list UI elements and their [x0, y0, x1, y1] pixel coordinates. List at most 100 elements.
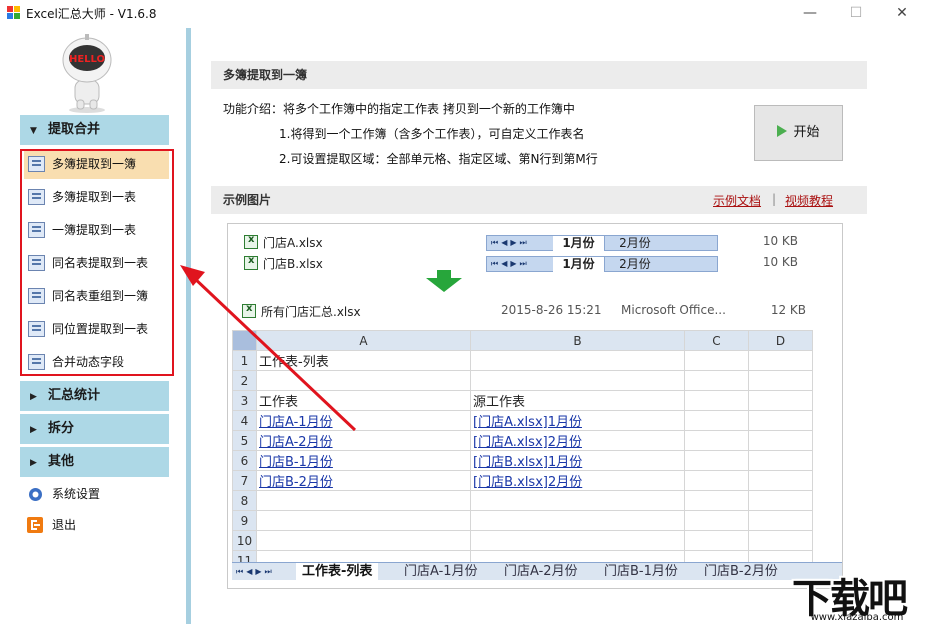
- exit-item[interactable]: 退出: [26, 515, 76, 535]
- spreadsheet-preview: A B C D 1 工作表-列表 2 3 工作表 源工作表 4 门店A-1月份 …: [232, 330, 842, 580]
- row-header: 9: [232, 510, 257, 531]
- table-row: 2: [232, 370, 813, 391]
- sheet-nav-icon: ⏮◀▶⏭: [491, 238, 530, 247]
- cell: [684, 510, 749, 531]
- down-arrow-icon: [426, 278, 462, 292]
- highlight-box: [20, 149, 174, 376]
- cell: [470, 510, 685, 531]
- sheet-tab: 门店A-1月份: [404, 564, 478, 579]
- file-row: 门店B.xlsx ⏮◀▶⏭ 1月份 2月份 10 KB: [228, 255, 842, 273]
- function-point-2: 2.可设置提取区域：全部单元格、指定区域、第N行到第M行: [279, 152, 598, 166]
- cell: [256, 530, 471, 551]
- cell: [684, 470, 749, 491]
- cell: [684, 370, 749, 391]
- table-row: 5 门店A-2月份 [门店A.xlsx]2月份: [232, 430, 813, 451]
- excel-file-icon: [244, 255, 258, 270]
- cell: [748, 470, 813, 491]
- system-settings-item[interactable]: 系统设置: [26, 484, 100, 504]
- cell: [256, 510, 471, 531]
- sheet-tab-bar: ⏮◀▶⏭ 工作表-列表 门店A-1月份 门店A-2月份 门店B-1月份 门店B-…: [232, 562, 842, 580]
- cell: [470, 490, 685, 511]
- row-header: 2: [232, 370, 257, 391]
- cell: 门店A-1月份: [256, 410, 471, 431]
- robot-mascot-logo: HELLO: [62, 34, 112, 113]
- minimize-button[interactable]: —: [795, 3, 825, 25]
- cell: [470, 350, 685, 371]
- exit-icon: [27, 517, 43, 533]
- sheet-tab: 门店B-1月份: [604, 564, 678, 579]
- cell: 工作表: [256, 390, 471, 411]
- maximize-button[interactable]: ☐: [841, 3, 871, 25]
- video-tutorial-link[interactable]: 视频教程: [785, 192, 833, 209]
- cell: [748, 450, 813, 471]
- sheet-tab: 2月份: [619, 236, 651, 250]
- function-intro: 功能介绍：将多个工作簿中的指定工作表 拷贝到一个新的工作簿中: [223, 102, 575, 116]
- file-size: 12 KB: [770, 303, 806, 317]
- start-button[interactable]: 开始: [754, 105, 843, 161]
- section-label: 汇总统计: [48, 388, 101, 403]
- app-icon: [7, 6, 20, 19]
- sheet-tabs-preview: ⏮◀▶⏭ 1月份 2月份: [486, 256, 718, 272]
- section-other[interactable]: ▶ 其他: [20, 447, 169, 477]
- collapse-arrow-icon: ▶: [30, 425, 37, 435]
- sheet-link: 门店A-2月份: [259, 435, 333, 450]
- sheet-nav-icon: ⏮◀▶⏭: [236, 567, 275, 576]
- cell: [748, 430, 813, 451]
- close-button[interactable]: ✕: [887, 3, 917, 25]
- cell: [748, 510, 813, 531]
- sheet-tabs-preview: ⏮◀▶⏭ 1月份 2月份: [486, 235, 718, 251]
- cell: [470, 530, 685, 551]
- section-label: 其他: [48, 454, 75, 469]
- cell: [684, 450, 749, 471]
- file-type: Microsoft Office...: [621, 303, 726, 317]
- file-name: 门店B.xlsx: [263, 257, 323, 271]
- row-header: 6: [232, 450, 257, 471]
- sheet-link: 门店A-1月份: [259, 415, 333, 430]
- section-summary-stats[interactable]: ▶ 汇总统计: [20, 381, 169, 411]
- row-header: 5: [232, 430, 257, 451]
- cell: [748, 370, 813, 391]
- table-row: 10: [232, 530, 813, 551]
- sidebar: HELLO ▼ 提取合并 多簿提取到一簿 多簿提取到一表 一簿提取到一表 同名表提…: [0, 28, 186, 624]
- sheet-link: [门店B.xlsx]1月份: [473, 455, 583, 470]
- sheet-link: 门店B-1月份: [259, 455, 333, 470]
- cell: [门店A.xlsx]2月份: [470, 430, 685, 451]
- sheet-tab: 门店B-2月份: [704, 564, 778, 579]
- sidebar-splitter[interactable]: [186, 28, 191, 624]
- table-row: 6 门店B-1月份 [门店B.xlsx]1月份: [232, 450, 813, 471]
- section-extract-merge[interactable]: ▼ 提取合并: [20, 115, 169, 145]
- cell: [684, 530, 749, 551]
- sheet-link: [门店A.xlsx]1月份: [473, 415, 582, 430]
- column-header: A: [256, 330, 471, 351]
- link-separator: |: [772, 192, 777, 206]
- table-row: 7 门店B-2月份 [门店B.xlsx]2月份: [232, 470, 813, 491]
- table-row: 3 工作表 源工作表: [232, 390, 813, 411]
- expand-arrow-icon: ▼: [30, 126, 37, 136]
- exit-label: 退出: [52, 518, 77, 532]
- sheet-tab: 1月份: [553, 257, 605, 272]
- row-header: 8: [232, 490, 257, 511]
- start-label: 开始: [793, 125, 820, 140]
- column-header: D: [748, 330, 813, 351]
- section-split[interactable]: ▶ 拆分: [20, 414, 169, 444]
- settings-label: 系统设置: [52, 487, 101, 501]
- section-label: 拆分: [48, 421, 75, 436]
- sheet-tab: 1月份: [553, 236, 605, 251]
- collapse-arrow-icon: ▶: [30, 458, 37, 468]
- play-icon: [777, 125, 788, 137]
- file-name: 所有门店汇总.xlsx: [261, 305, 361, 319]
- corner-cell: [232, 330, 257, 351]
- table-row: 8: [232, 490, 813, 511]
- cell: 门店B-2月份: [256, 470, 471, 491]
- example-doc-link[interactable]: 示例文档: [713, 192, 761, 209]
- watermark-url: www.xiazaiba.com: [810, 612, 904, 623]
- sheet-link: 门店B-2月份: [259, 475, 333, 490]
- row-header: 1: [232, 350, 257, 371]
- cell: [684, 490, 749, 511]
- table-row: 9: [232, 510, 813, 531]
- main-panel: 多簿提取到一簿 功能介绍：将多个工作簿中的指定工作表 拷贝到一个新的工作簿中 1…: [192, 28, 926, 624]
- cell: [684, 350, 749, 371]
- cell: [684, 430, 749, 451]
- column-header: B: [470, 330, 685, 351]
- table-row: 4 门店A-1月份 [门店A.xlsx]1月份: [232, 410, 813, 431]
